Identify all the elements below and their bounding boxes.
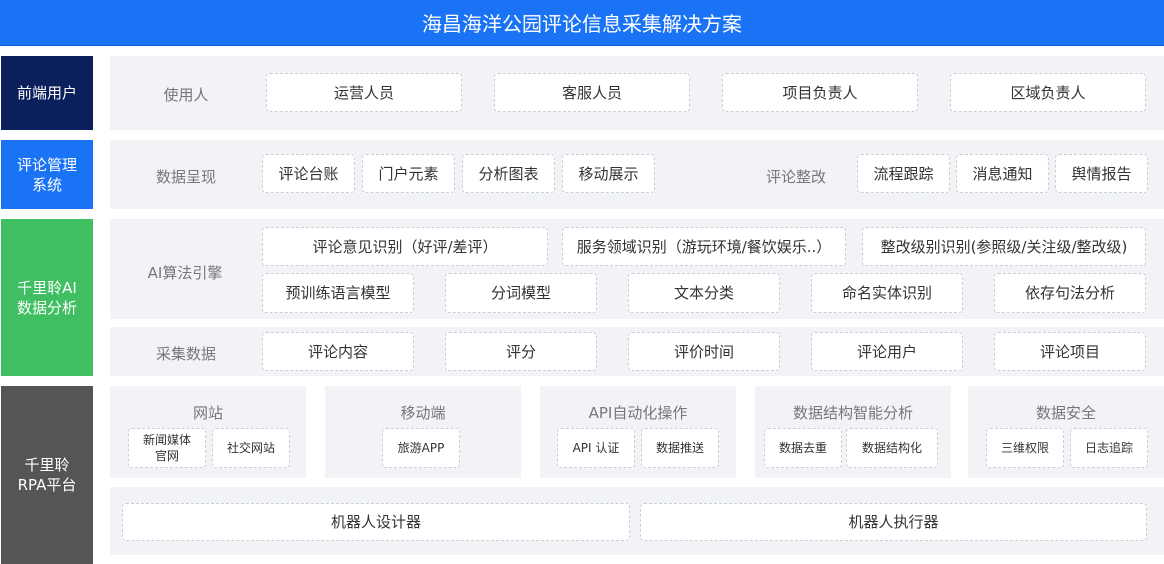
rpa-group-title: 数据安全 [1035, 404, 1096, 422]
rpa-group-title: 移动端 [400, 404, 446, 422]
fix-box: 舆情报告 [1055, 154, 1148, 193]
ai-model-box: 命名实体识别 [811, 273, 963, 313]
user-box: 运营人员 [266, 73, 462, 112]
display-box: 门户元素 [362, 154, 455, 193]
collect-box: 评论用户 [811, 332, 963, 371]
page-title: 海昌海洋公园评论信息采集解决方案 [0, 0, 1164, 46]
rpa-item-box: 数据推送 [641, 428, 719, 468]
rpa-group-title: API自动化操作 [588, 404, 688, 422]
user-box: 项目负责人 [722, 73, 918, 112]
ai-model-box: 依存句法分析 [994, 273, 1146, 313]
fix-box: 流程跟踪 [857, 154, 950, 193]
collect-box: 评价时间 [628, 332, 780, 371]
rpa-item-box: 日志追踪 [1070, 428, 1148, 468]
display-box: 移动展示 [562, 154, 655, 193]
rpa-item-box: 数据结构化 [846, 428, 938, 468]
rpa-item-box: 社交网站 [212, 428, 290, 468]
rpa-group-title: 网站 [192, 404, 223, 422]
rpa-item-box: 旅游APP [382, 428, 460, 468]
rpa-item-box: 数据去重 [764, 428, 842, 468]
display-box: 评论台账 [262, 154, 355, 193]
collect-label: 采集数据 [155, 344, 216, 363]
rpa-item-box: API 认证 [557, 428, 635, 468]
collect-box: 评分 [445, 332, 597, 371]
user-box: 客服人员 [494, 73, 690, 112]
side-label-rpa-platform: 千里聆 RPA平台 [1, 386, 93, 564]
users-label: 使用人 [163, 85, 209, 104]
rpa-item-box: 新闻媒体 官网 [128, 428, 206, 468]
ai-recognition-box: 整改级别识别(参照级/关注级/整改级) [862, 227, 1146, 266]
collect-box: 评论内容 [262, 332, 414, 371]
fix-box: 消息通知 [956, 154, 1049, 193]
rpa-item-box: 三维权限 [986, 428, 1064, 468]
rpa-group-title: 数据结构智能分析 [792, 404, 913, 422]
ai-model-box: 分词模型 [445, 273, 597, 313]
data-display-label: 数据呈现 [155, 167, 216, 186]
side-label-ai-analysis: 千里聆AI 数据分析 [1, 219, 93, 376]
ai-model-box: 文本分类 [628, 273, 780, 313]
display-box: 分析图表 [462, 154, 555, 193]
side-label-comment-mgmt: 评论管理 系统 [1, 140, 93, 209]
ai-model-box: 预训练语言模型 [262, 273, 414, 313]
robot-executor-box: 机器人执行器 [640, 503, 1147, 541]
comment-fix-label: 评论整改 [765, 167, 826, 186]
ai-recognition-box: 评论意见识别（好评/差评） [262, 227, 548, 266]
side-label-front-users: 前端用户 [1, 56, 93, 130]
ai-engine-label: AI算法引擎 [147, 263, 223, 282]
ai-recognition-box: 服务领域识别（游玩环境/餐饮娱乐..） [562, 227, 846, 266]
user-box: 区域负责人 [950, 73, 1146, 112]
collect-box: 评论项目 [994, 332, 1146, 371]
robot-designer-box: 机器人设计器 [122, 503, 630, 541]
